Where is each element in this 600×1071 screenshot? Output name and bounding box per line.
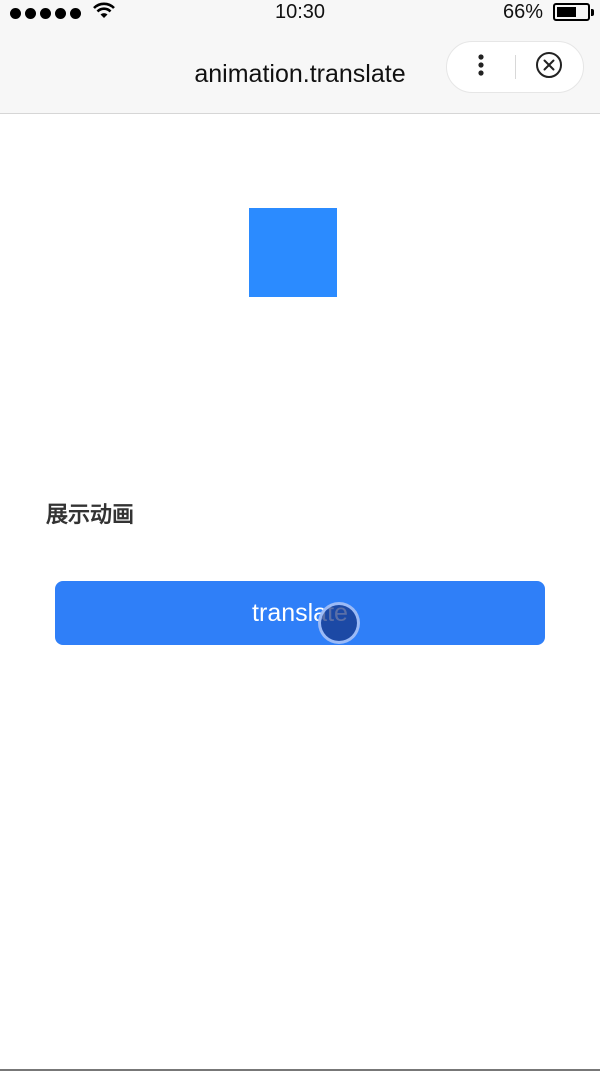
close-circle-icon <box>535 51 563 84</box>
status-bar: 10:30 66% <box>0 0 600 26</box>
more-vertical-icon <box>477 53 485 82</box>
mini-program-capsule <box>446 41 584 93</box>
battery-fill <box>557 7 577 17</box>
battery-group: 66% <box>502 0 594 24</box>
close-button[interactable] <box>516 41 584 93</box>
battery-tip <box>591 9 594 16</box>
translate-button[interactable]: translate <box>55 581 545 645</box>
section-label: 展示动画 <box>46 503 135 528</box>
animated-square <box>249 208 337 297</box>
battery-icon <box>553 3 594 21</box>
battery-percent: 66% <box>502 1 543 23</box>
navigation-bar: animation.translate <box>0 26 600 114</box>
more-button[interactable] <box>447 41 515 93</box>
